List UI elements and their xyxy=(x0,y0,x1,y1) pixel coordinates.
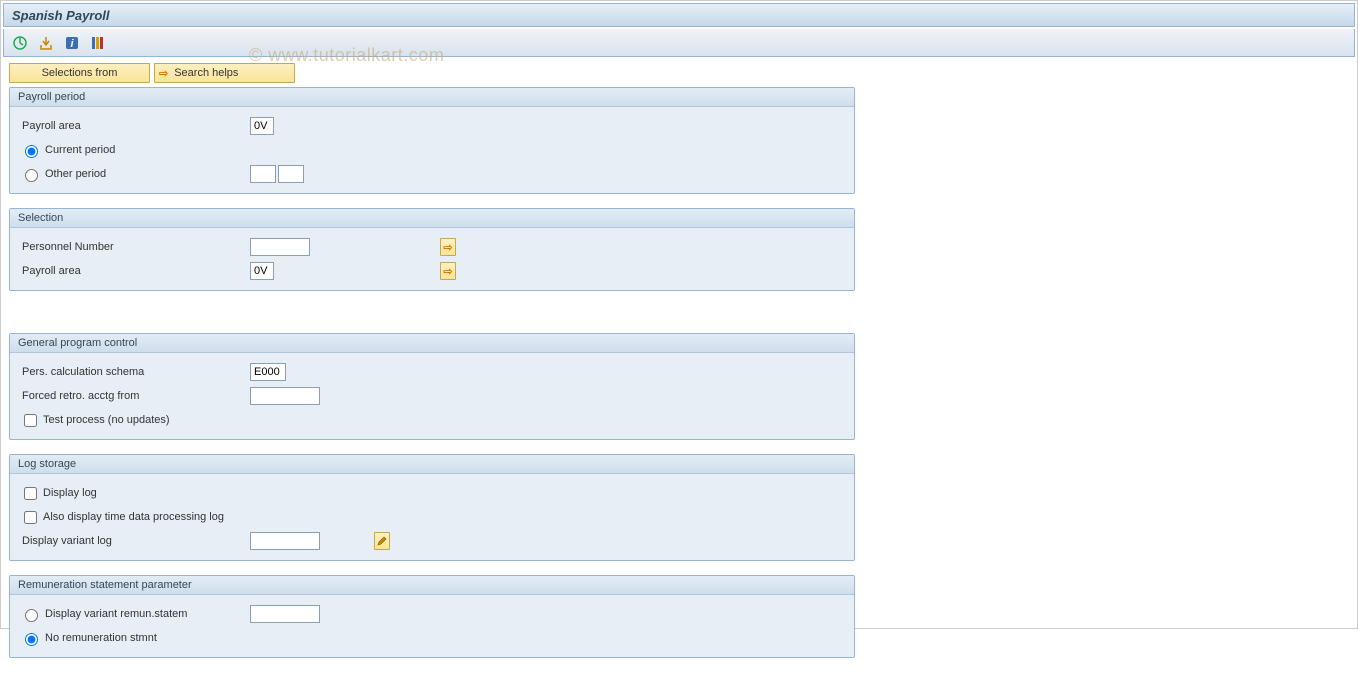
search-helps-label: Search helps xyxy=(174,67,238,79)
other-period-input-1[interactable] xyxy=(250,165,276,183)
display-log-label: Display log xyxy=(43,487,97,499)
log-storage-group: Log storage Display log Also display tim… xyxy=(9,454,855,561)
payroll-area-input[interactable] xyxy=(250,117,274,135)
test-process-label: Test process (no updates) xyxy=(43,414,170,426)
title-bar: Spanish Payroll xyxy=(3,3,1355,27)
page-title: Spanish Payroll xyxy=(12,8,110,23)
selections-from-label: Selections from xyxy=(42,67,118,79)
general-program-control-group: General program control Pers. calculatio… xyxy=(9,333,855,440)
info-icon[interactable]: i xyxy=(62,33,82,53)
get-variant-icon[interactable] xyxy=(36,33,56,53)
payroll-period-group: Payroll period Payroll area Current peri… xyxy=(9,87,855,194)
personnel-number-label: Personnel Number xyxy=(20,241,250,253)
other-period-label: Other period xyxy=(45,168,106,180)
personnel-number-input[interactable] xyxy=(250,238,310,256)
also-display-time-label: Also display time data processing log xyxy=(43,511,224,523)
payroll-area-multi-icon[interactable]: ⇨ xyxy=(440,262,456,280)
remuneration-group: Remuneration statement parameter Display… xyxy=(9,575,855,658)
remuneration-title: Remuneration statement parameter xyxy=(10,576,854,595)
other-period-input-2[interactable] xyxy=(278,165,304,183)
gpc-title: General program control xyxy=(10,334,854,353)
execute-icon[interactable] xyxy=(10,33,30,53)
selection-title: Selection xyxy=(10,209,854,228)
display-variant-log-input[interactable] xyxy=(250,532,320,550)
pers-calc-schema-label: Pers. calculation schema xyxy=(20,366,250,378)
forced-retro-label: Forced retro. acctg from xyxy=(20,390,250,402)
display-variant-log-label: Display variant log xyxy=(20,535,250,547)
pencil-icon[interactable] xyxy=(374,532,390,550)
selection-group: Selection Personnel Number ⇨ Payroll are… xyxy=(9,208,855,291)
display-log-checkbox[interactable] xyxy=(24,487,37,500)
arrow-right-icon: ⇨ xyxy=(159,67,168,80)
log-storage-title: Log storage xyxy=(10,455,854,474)
no-remuneration-radio[interactable]: No remuneration stmnt xyxy=(20,630,157,646)
current-period-label: Current period xyxy=(45,144,115,156)
search-helps-button[interactable]: ⇨ Search helps xyxy=(154,63,295,83)
payroll-area2-input[interactable] xyxy=(250,262,274,280)
test-process-checkbox[interactable] xyxy=(24,414,37,427)
no-remuneration-label: No remuneration stmnt xyxy=(45,632,157,644)
other-period-radio[interactable]: Other period xyxy=(20,166,250,182)
payroll-area-label: Payroll area xyxy=(20,120,250,132)
payroll-area2-label: Payroll area xyxy=(20,265,250,277)
display-variant-remun-label: Display variant remun.statem xyxy=(45,608,187,620)
also-display-time-checkbox[interactable] xyxy=(24,511,37,524)
display-variant-remun-input[interactable] xyxy=(250,605,320,623)
personnel-number-multi-icon[interactable]: ⇨ xyxy=(440,238,456,256)
toolbar: i xyxy=(3,29,1355,57)
current-period-radio[interactable]: Current period xyxy=(20,142,115,158)
selections-from-button[interactable]: Selections from xyxy=(9,63,150,83)
grid-icon[interactable] xyxy=(88,33,108,53)
display-variant-remun-radio[interactable]: Display variant remun.statem xyxy=(20,606,250,622)
payroll-period-title: Payroll period xyxy=(10,88,854,107)
forced-retro-input[interactable] xyxy=(250,387,320,405)
pers-calc-schema-input[interactable] xyxy=(250,363,286,381)
